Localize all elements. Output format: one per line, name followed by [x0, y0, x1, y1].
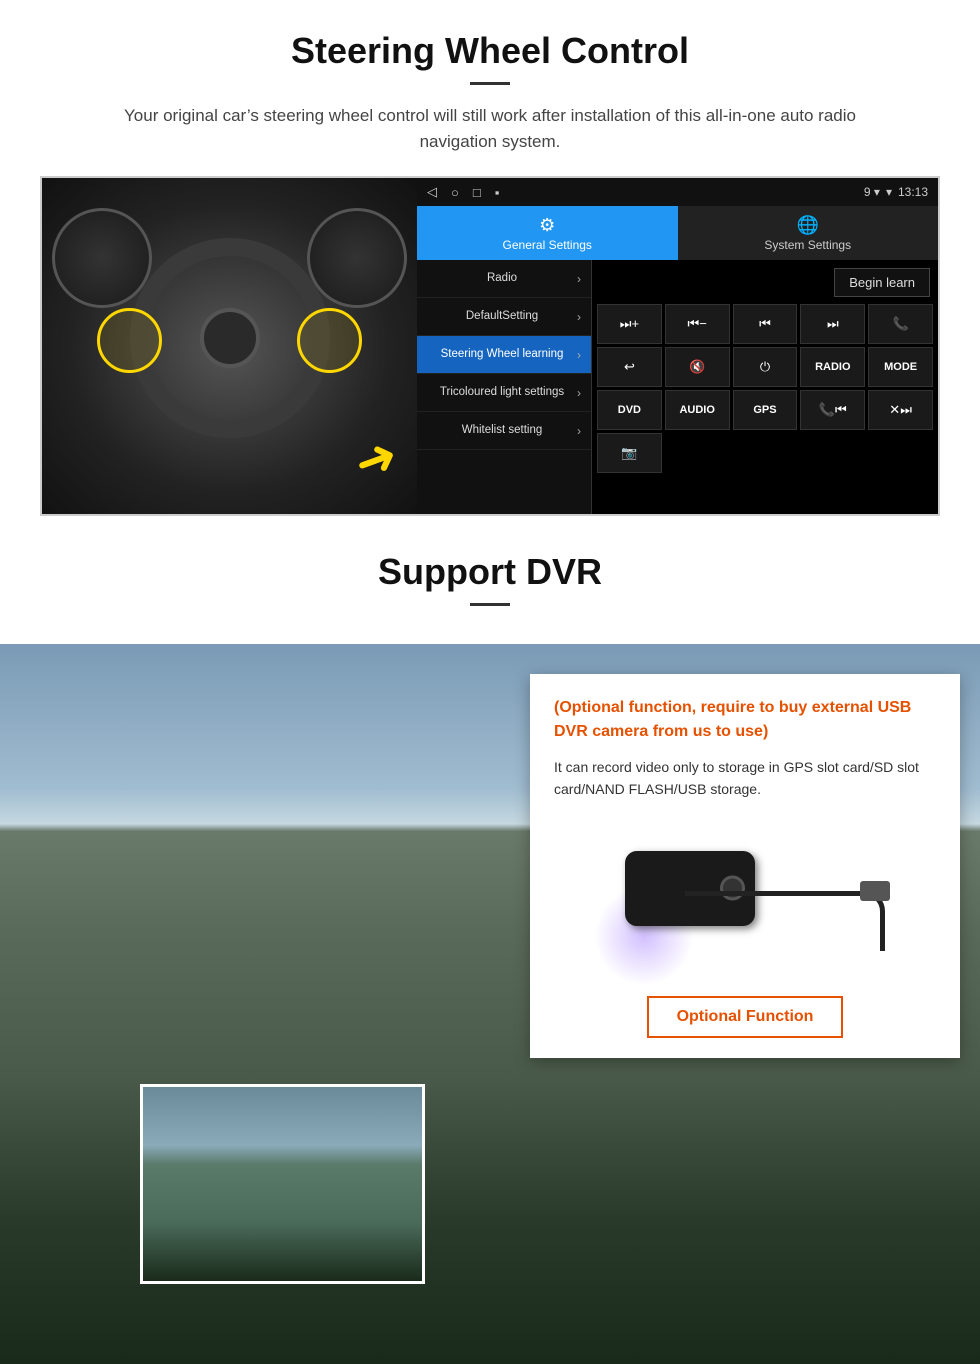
globe-icon: 🌐 [797, 215, 819, 236]
steering-section: Steering Wheel Control Your original car… [0, 0, 980, 516]
ctrl-btn-power[interactable]: ⏻ [733, 347, 798, 387]
dvr-info-card: (Optional function, require to buy exter… [530, 674, 960, 1058]
back-icon: ◁ [427, 184, 437, 200]
subtitle: Your original car’s steering wheel contr… [90, 103, 890, 154]
chevron-right-icon-2: › [577, 310, 581, 324]
ctrl-btn-phone-prev[interactable]: 📞⏮ [800, 390, 865, 430]
dvr-title-divider [470, 603, 510, 606]
ctrl-btn-vol-up[interactable]: ⏭+ [597, 304, 662, 344]
ctrl-btn-prev[interactable]: ⏮ [733, 304, 798, 344]
chevron-right-icon-5: › [577, 424, 581, 438]
ctrl-btn-phone-next[interactable]: ✕⏭ [868, 390, 933, 430]
dvr-description: It can record video only to storage in G… [554, 756, 936, 801]
control-button-grid: ⏭+ ⏮− ⏮ ⏭ 📞 ↩ 🔇 ⏻ RADIO MODE DVD AUDIO G… [592, 301, 938, 476]
ctrl-btn-vol-down[interactable]: ⏮− [665, 304, 730, 344]
dvr-product-image [554, 816, 936, 986]
begin-learn-button[interactable]: Begin learn [834, 268, 930, 297]
settings-tabs[interactable]: ⚙ General Settings 🌐 System Settings [417, 206, 938, 260]
ctrl-btn-hangup[interactable]: ↩ [597, 347, 662, 387]
nav-icons: ◁ ○ □ ▪ [427, 184, 499, 200]
clock: 13:13 [898, 185, 928, 199]
ctrl-btn-audio[interactable]: AUDIO [665, 390, 730, 430]
tab-system-settings[interactable]: 🌐 System Settings [678, 206, 939, 260]
tab-system-label: System Settings [764, 238, 851, 252]
steering-wheel-center [200, 308, 260, 368]
menu-item-defaultsetting-label: DefaultSetting [427, 309, 577, 324]
ctrl-btn-dvd[interactable]: DVD [597, 390, 662, 430]
dvr-section: Support DVR (Optional function, require … [0, 516, 980, 1364]
chevron-right-icon-3: › [577, 348, 581, 362]
wifi-icon: ▾ [886, 185, 892, 199]
ctrl-btn-mode[interactable]: MODE [868, 347, 933, 387]
ctrl-btn-phone[interactable]: 📞 [868, 304, 933, 344]
chevron-right-icon-4: › [577, 386, 581, 400]
status-bar: ◁ ○ □ ▪ 9 ▾ ▾ 13:13 [417, 178, 938, 206]
buttons-panel: Begin learn ⏭+ ⏮− ⏮ ⏭ 📞 ↩ 🔇 ⏻ RADIO MODE… [592, 260, 938, 514]
status-right: 9 ▾ ▾ 13:13 [864, 185, 928, 199]
menu-item-sw-label: Steering Wheel learning [427, 347, 577, 362]
dvr-title: Support DVR [0, 551, 980, 593]
menu-item-radio[interactable]: Radio › [417, 260, 591, 298]
camera-inset-thumbnail [140, 1084, 425, 1284]
signal-icon: 9 ▾ [864, 185, 880, 199]
dvr-street-scene: (Optional function, require to buy exter… [0, 644, 980, 1364]
tab-general-label: General Settings [503, 238, 592, 252]
menu-item-defaultsetting[interactable]: DefaultSetting › [417, 298, 591, 336]
menu-list: Radio › DefaultSetting › Steering Wheel … [417, 260, 592, 514]
dvr-background: (Optional function, require to buy exter… [0, 644, 980, 1364]
steering-content-area: ➜ ◁ ○ □ ▪ 9 ▾ ▾ 13:13 [40, 176, 940, 516]
home-icon: ○ [451, 185, 459, 200]
android-ui: ◁ ○ □ ▪ 9 ▾ ▾ 13:13 ⚙ General Settings [417, 178, 938, 514]
gauge-left [52, 208, 152, 308]
menu-item-whitelist-label: Whitelist setting [427, 423, 577, 438]
yellow-arrow: ➜ [346, 425, 405, 494]
usb-plug [860, 881, 890, 901]
menu-item-steering-wheel[interactable]: Steering Wheel learning › [417, 336, 591, 374]
menu-item-tricolour[interactable]: Tricoloured light settings › [417, 374, 591, 412]
optional-function-button[interactable]: Optional Function [647, 996, 844, 1038]
steering-wheel-image: ➜ [42, 178, 417, 516]
menu-item-radio-label: Radio [427, 271, 577, 286]
ctrl-btn-mute[interactable]: 🔇 [665, 347, 730, 387]
begin-learn-row: Begin learn [592, 260, 938, 301]
menu-item-tricolour-label: Tricoloured light settings [427, 385, 577, 400]
steering-wheel-bg: ➜ [42, 178, 417, 516]
dvr-optional-note: (Optional function, require to buy exter… [554, 696, 936, 744]
ctrl-btn-camera[interactable]: 📷 [597, 433, 662, 473]
main-title: Steering Wheel Control [40, 30, 940, 72]
highlight-circle-left [97, 308, 162, 373]
dvr-camera-illustration [605, 831, 885, 971]
highlight-circle-right [297, 308, 362, 373]
chevron-right-icon: › [577, 272, 581, 286]
dvr-title-area: Support DVR [0, 516, 980, 644]
recents-icon: □ [473, 185, 481, 200]
camera-cable [685, 891, 885, 951]
gauge-right [307, 208, 407, 308]
menu-icon: ▪ [495, 185, 500, 200]
gear-icon: ⚙ [539, 215, 555, 236]
ctrl-btn-radio[interactable]: RADIO [800, 347, 865, 387]
menu-item-whitelist[interactable]: Whitelist setting › [417, 412, 591, 450]
tab-general-settings[interactable]: ⚙ General Settings [417, 206, 678, 260]
camera-footage [143, 1087, 422, 1281]
ctrl-btn-gps[interactable]: GPS [733, 390, 798, 430]
menu-buttons-row: Radio › DefaultSetting › Steering Wheel … [417, 260, 938, 514]
ctrl-btn-next[interactable]: ⏭ [800, 304, 865, 344]
title-divider [470, 82, 510, 85]
